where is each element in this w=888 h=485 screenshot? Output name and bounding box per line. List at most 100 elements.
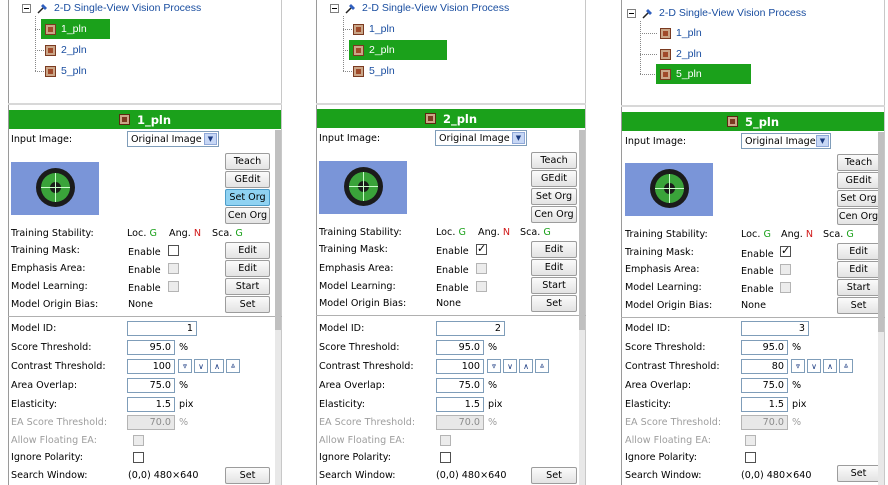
training-mask-checkbox[interactable] xyxy=(476,242,487,255)
contrast-threshold-field[interactable]: 80 xyxy=(741,359,788,374)
elasticity-field[interactable]: 1.5 xyxy=(127,397,175,412)
tree-item-2-pln[interactable]: 2_pln xyxy=(656,44,751,64)
panel-header: 1_pln xyxy=(9,110,281,129)
training-mask-checkbox[interactable] xyxy=(780,244,791,257)
chevron-up-icon[interactable]: ∧ xyxy=(823,359,837,373)
chevron-up-icon[interactable]: ∧ xyxy=(519,359,533,373)
training-mask-edit-button[interactable]: Edit xyxy=(225,242,270,259)
model-id-field[interactable]: 3 xyxy=(741,321,809,336)
input-image-select[interactable]: Original Image ▼ xyxy=(435,130,527,146)
training-mask-edit-button[interactable]: Edit xyxy=(531,241,577,258)
scrollbar[interactable] xyxy=(275,130,281,485)
cen-org-button[interactable]: Cen Org xyxy=(225,207,270,224)
tree-root[interactable]: 2-D Single-View Vision Process xyxy=(22,1,201,15)
training-mask-checkbox[interactable] xyxy=(168,245,179,256)
teach-button[interactable]: Teach xyxy=(531,152,577,169)
score-threshold-field[interactable]: 95.0 xyxy=(741,340,788,355)
model-id-field[interactable]: 2 xyxy=(436,321,505,336)
tree-item-2-pln[interactable]: 2_pln xyxy=(41,40,110,60)
double-chevron-up-icon[interactable]: ⩓ xyxy=(226,359,240,373)
model-origin-bias-set-button[interactable]: Set xyxy=(531,295,577,312)
model-learning-start-button[interactable]: Start xyxy=(225,278,270,295)
area-overlap-field[interactable]: 75.0 xyxy=(436,378,484,393)
area-overlap-label: Area Overlap: xyxy=(625,380,692,391)
model-learning-start-button[interactable]: Start xyxy=(531,277,577,294)
elasticity-field[interactable]: 1.5 xyxy=(436,397,484,412)
model-preview-image xyxy=(11,162,99,215)
chevron-down-icon[interactable]: ∨ xyxy=(807,359,821,373)
score-threshold-field[interactable]: 95.0 xyxy=(436,340,484,355)
ignore-polarity-checkbox[interactable] xyxy=(745,452,756,463)
emphasis-area-edit-button[interactable]: Edit xyxy=(531,259,577,276)
ignore-polarity-checkbox[interactable] xyxy=(133,452,144,463)
double-chevron-up-icon[interactable]: ⩓ xyxy=(535,359,549,373)
input-image-select[interactable]: Original Image ▼ xyxy=(741,133,831,149)
model-learning-checkbox xyxy=(476,281,487,292)
scrollbar[interactable] xyxy=(579,130,585,485)
chevron-up-icon[interactable]: ∧ xyxy=(210,359,224,373)
model-id-field[interactable]: 1 xyxy=(127,321,197,336)
area-overlap-field[interactable]: 75.0 xyxy=(127,378,175,393)
scrollbar[interactable] xyxy=(878,132,884,485)
collapse-icon[interactable] xyxy=(330,3,339,13)
panel-3: 2-D Single-View Vision Process 1_pln 2_p… xyxy=(621,0,885,485)
emphasis-area-checkbox xyxy=(168,263,179,274)
double-chevron-down-icon[interactable]: ⩔ xyxy=(791,359,805,373)
search-window-set-button[interactable]: Set xyxy=(837,465,880,482)
model-origin-bias-set-button[interactable]: Set xyxy=(837,297,880,314)
double-chevron-down-icon[interactable]: ⩔ xyxy=(487,359,501,373)
allow-floating-ea-label: Allow Floating EA: xyxy=(319,435,405,446)
gedit-button[interactable]: GEdit xyxy=(531,170,577,187)
contrast-threshold-field[interactable]: 100 xyxy=(436,359,484,374)
training-mask-edit-button[interactable]: Edit xyxy=(837,243,880,260)
teach-button[interactable]: Teach xyxy=(837,154,880,171)
ignore-polarity-checkbox[interactable] xyxy=(440,452,451,463)
teach-button[interactable]: Teach xyxy=(225,153,270,170)
loc-value: G xyxy=(149,228,157,239)
input-image-select[interactable]: Original Image ▼ xyxy=(127,131,219,147)
tree-item-5-pln[interactable]: 5_pln xyxy=(349,61,444,81)
emphasis-area-checkbox xyxy=(780,264,791,275)
pln-icon xyxy=(353,65,364,77)
chevron-down-icon[interactable]: ▼ xyxy=(816,135,829,147)
tree-item-2-pln[interactable]: 2_pln xyxy=(349,40,447,60)
cen-org-button[interactable]: Cen Org xyxy=(837,208,880,225)
emphasis-area-edit-button[interactable]: Edit xyxy=(225,260,270,277)
set-org-button[interactable]: Set Org xyxy=(837,190,880,207)
tree-item-1-pln[interactable]: 1_pln xyxy=(349,19,444,39)
elasticity-field[interactable]: 1.5 xyxy=(741,397,788,412)
emphasis-area-checkbox xyxy=(476,263,487,274)
tree-item-1-pln[interactable]: 1_pln xyxy=(656,23,751,43)
contrast-threshold-label: Contrast Threshold: xyxy=(11,361,106,372)
collapse-icon[interactable] xyxy=(22,3,31,13)
chevron-down-icon[interactable]: ▼ xyxy=(204,133,217,145)
chevron-down-icon[interactable]: ∨ xyxy=(503,359,517,373)
tree-root[interactable]: 2-D Single-View Vision Process xyxy=(330,1,509,15)
gedit-button[interactable]: GEdit xyxy=(837,172,880,189)
search-window-set-button[interactable]: Set xyxy=(225,467,270,484)
tree-item-1-pln[interactable]: 1_pln xyxy=(41,19,110,39)
cen-org-button[interactable]: Cen Org xyxy=(531,206,577,223)
ea-score-threshold-label: EA Score Threshold: xyxy=(319,417,416,428)
model-learning-start-button[interactable]: Start xyxy=(837,279,880,296)
tree-item-label: 2_pln xyxy=(61,44,87,56)
search-window-value: (0,0) 480×640 xyxy=(128,470,199,481)
contrast-threshold-label: Contrast Threshold: xyxy=(319,361,414,372)
tree-item-5-pln[interactable]: 5_pln xyxy=(656,64,751,84)
model-origin-bias-set-button[interactable]: Set xyxy=(225,296,270,313)
set-org-button[interactable]: Set Org xyxy=(225,189,270,206)
tree-root[interactable]: 2-D Single-View Vision Process xyxy=(627,6,806,20)
double-chevron-down-icon[interactable]: ⩔ xyxy=(178,359,192,373)
tree-item-5-pln[interactable]: 5_pln xyxy=(41,61,110,81)
double-chevron-up-icon[interactable]: ⩓ xyxy=(839,359,853,373)
area-overlap-field[interactable]: 75.0 xyxy=(741,378,788,393)
gedit-button[interactable]: GEdit xyxy=(225,171,270,188)
chevron-down-icon[interactable]: ▼ xyxy=(512,132,525,144)
emphasis-area-edit-button[interactable]: Edit xyxy=(837,261,880,278)
chevron-down-icon[interactable]: ∨ xyxy=(194,359,208,373)
score-threshold-field[interactable]: 95.0 xyxy=(127,340,175,355)
contrast-threshold-field[interactable]: 100 xyxy=(127,359,175,374)
set-org-button[interactable]: Set Org xyxy=(531,188,577,205)
collapse-icon[interactable] xyxy=(627,8,636,18)
search-window-set-button[interactable]: Set xyxy=(531,467,577,484)
